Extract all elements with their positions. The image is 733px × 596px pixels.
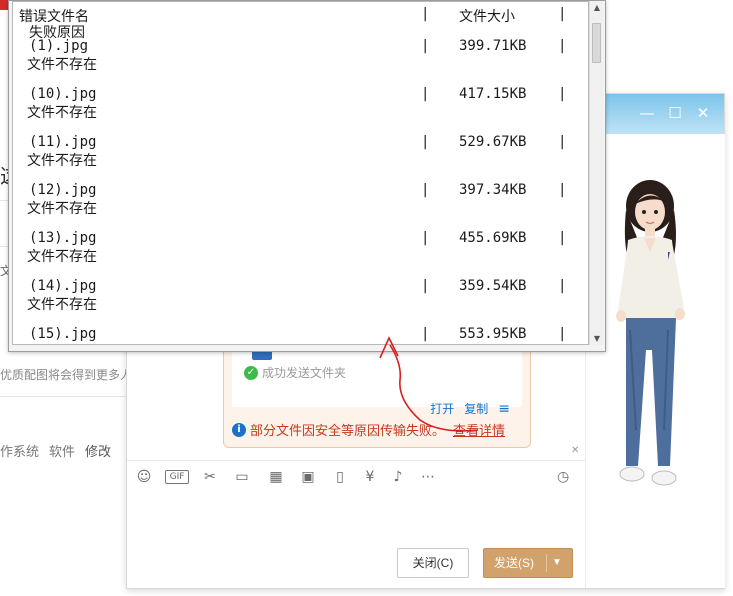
error-reason: 文件不存在 (27, 105, 97, 121)
card-actions: 打开 复制 ≡ (430, 400, 510, 417)
send-button[interactable]: 发送(S) ▼ (483, 548, 573, 578)
scroll-up-icon[interactable]: ▲ (590, 3, 604, 12)
open-button[interactable]: 打开 (430, 400, 454, 417)
bg-text-hint: 优质配图将会得到更多人 (0, 368, 133, 382)
error-file-name: (13).jpg (29, 230, 97, 246)
copy-button[interactable]: 复制 (464, 400, 488, 417)
error-file-size: 417.15KB (459, 86, 527, 102)
warning-row: i 部分文件因安全等原因传输失败。 查看详情 (232, 420, 505, 439)
column-separator: | (558, 38, 567, 54)
red-packet-icon[interactable]: ¥ (361, 469, 379, 485)
column-separator: | (421, 326, 430, 342)
minimize-icon[interactable]: — (637, 103, 657, 123)
error-file-size: 553.95KB (459, 326, 527, 342)
column-separator: | (421, 278, 430, 294)
menu-icon[interactable]: ≡ (498, 401, 510, 417)
error-file-name: (12).jpg (29, 182, 97, 198)
info-icon: i (232, 422, 246, 437)
column-separator: | (558, 134, 567, 150)
check-icon: ✓ (244, 365, 258, 380)
clock-icon[interactable]: ◷ (557, 469, 573, 485)
error-file-size: 359.54KB (459, 278, 527, 294)
font-icon[interactable]: ▦ (267, 469, 285, 485)
scrollbar-thumb[interactable] (592, 23, 601, 63)
error-file-name: (14).jpg (29, 278, 97, 294)
smiley-icon[interactable]: ☺ (135, 469, 153, 485)
error-file-name: (15).jpg (29, 326, 97, 342)
column-separator: | (558, 230, 567, 246)
maximize-icon[interactable]: ☐ (665, 103, 685, 123)
shake-icon[interactable]: ▯ (331, 469, 349, 485)
error-reason: 文件不存在 (27, 57, 97, 73)
error-file-size: 399.71KB (459, 38, 527, 54)
column-separator: | (421, 230, 430, 246)
bg-category-links: 作系统 软件 修改 (0, 441, 111, 460)
close-icon[interactable]: ✕ (693, 103, 713, 123)
image-icon[interactable]: ▣ (299, 469, 317, 485)
category-link[interactable]: 软件 (49, 441, 75, 460)
error-file-name: (1).jpg (29, 38, 89, 54)
error-file-size: 455.69KB (459, 230, 527, 246)
gif-icon[interactable]: GIF (165, 470, 189, 484)
scroll-down-icon[interactable]: ▼ (590, 334, 604, 343)
input-toolbar: ☺ GIF ✂ ▭ ▦ ▣ ▯ ¥ ♪ ⋯ ◷ (127, 460, 585, 491)
error-reason: 文件不存在 (27, 201, 97, 217)
column-separator: | (421, 86, 430, 102)
status-row: ✓ 成功发送文件夹 (244, 364, 346, 381)
column-separator: | (558, 6, 567, 22)
error-reason: 文件不存在 (27, 249, 97, 265)
status-text: 成功发送文件夹 (262, 366, 347, 380)
avatar-figure-icon (616, 180, 685, 486)
close-button[interactable]: 关闭(C) (397, 548, 469, 578)
error-reason: 文件不存在 (27, 153, 97, 169)
column-separator: | (421, 38, 430, 54)
error-file-size: 397.34KB (459, 182, 527, 198)
send-button-separator (546, 554, 547, 572)
dialog-scrollbar[interactable]: ▲ ▼ (589, 1, 603, 345)
top-left-red-mark (0, 0, 8, 10)
column-separator: | (421, 6, 430, 22)
music-icon[interactable]: ♪ (389, 469, 407, 485)
column-separator: | (421, 182, 430, 198)
send-button-label: 发送(S) (494, 556, 534, 570)
category-link[interactable]: 修改 (85, 441, 111, 460)
error-file-list[interactable]: 错误文件名 | 文件大小 | 失败原因 (1).jpg | 399.71KB | 文件不… (12, 1, 589, 345)
bg-divider (0, 396, 126, 397)
error-details-dialog: 错误文件名 | 文件大小 | 失败原因 (1).jpg | 399.71KB | 文件不… (8, 0, 606, 352)
chevron-down-icon[interactable]: ▼ (552, 549, 562, 577)
category-link[interactable]: 作系统 (0, 441, 39, 460)
column-separator: | (558, 182, 567, 198)
error-file-name: (11).jpg (29, 134, 97, 150)
error-reason: 文件不存在 (27, 297, 97, 313)
column-separator: | (558, 278, 567, 294)
error-file-size: 529.67KB (459, 134, 527, 150)
column-separator: | (558, 86, 567, 102)
view-details-link[interactable]: 查看详情 (453, 420, 505, 439)
collapse-icon[interactable]: ✕ (571, 445, 579, 456)
column-header-size: 文件大小 (459, 9, 515, 25)
column-separator: | (558, 326, 567, 342)
column-separator: | (421, 134, 430, 150)
error-file-name: (10).jpg (29, 86, 97, 102)
scissors-icon[interactable]: ✂ (201, 469, 219, 485)
more-icon[interactable]: ⋯ (419, 469, 437, 485)
folder-icon[interactable]: ▭ (233, 469, 251, 485)
warning-text: 部分文件因安全等原因传输失败。 (250, 424, 446, 439)
